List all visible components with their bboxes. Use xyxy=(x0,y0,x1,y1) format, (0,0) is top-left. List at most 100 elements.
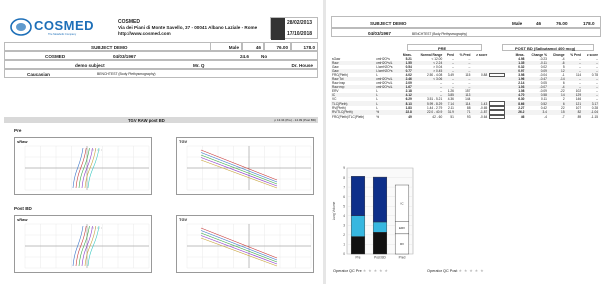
visit-date: 28/02/2013 xyxy=(287,20,313,26)
r-patient-name: SUBJECT DEMO xyxy=(370,21,407,26)
group-label-post: Post BD xyxy=(14,206,32,211)
y-tick-label: 3 xyxy=(343,224,345,228)
zscore-bar-indicator xyxy=(489,114,506,119)
patient-dob: 04/03/1967 xyxy=(113,54,136,59)
company-website: http://www.cosmed.com xyxy=(118,31,171,36)
plot-post-tgv: TGV xyxy=(176,215,314,273)
height-cell: 76.00 xyxy=(264,42,291,51)
r-patient-gender: Male xyxy=(512,21,523,26)
table-cell: -0.64 xyxy=(479,114,488,119)
y-tick-label: 2 xyxy=(343,233,345,237)
table-cell: 51 xyxy=(450,114,454,119)
r-patient-height: 76.00 xyxy=(556,21,568,26)
gender-cell: Male xyxy=(210,42,242,51)
pre-header-label: PRE xyxy=(438,46,447,51)
patient-ethnic: Caucasian xyxy=(27,72,50,77)
patient-weight: 178.0 xyxy=(303,45,316,50)
qc-stars-post: ★★★★★ xyxy=(458,269,486,273)
patient-bmi: 24.6 xyxy=(240,54,249,59)
y-tick-label: 1 xyxy=(343,243,345,247)
table-cell: % xyxy=(376,114,380,119)
visit-date-box: 28/02/2013 17/10/2018 xyxy=(270,17,318,40)
parameter-name: FRC(Pleth)/TLC(Pleth) xyxy=(332,114,365,119)
results-table: Meas. Normal Range Pred% Pred z score Meas. C… xyxy=(331,53,599,119)
pre-header: PRE xyxy=(407,44,482,51)
table-cell: 42 - 60 xyxy=(432,114,443,119)
bar-segment-label: ERV xyxy=(399,226,405,230)
operator-qc-pre-label: Operator QC Pre xyxy=(333,269,362,273)
bar-segment-ic xyxy=(372,176,388,223)
zscore-bar-indicator xyxy=(489,73,506,78)
table-cell: 49 xyxy=(408,114,412,119)
plot-pre-tgv-canvas xyxy=(186,145,312,191)
tgv-line xyxy=(200,237,278,267)
tgv-line xyxy=(200,149,278,181)
table-cell: 46 xyxy=(520,114,525,119)
bar-segment-ic xyxy=(350,176,366,216)
patient-smoker: No xyxy=(261,54,268,59)
tgv-line xyxy=(200,235,278,265)
ethnic-row: Caucasian BENCHTEST (Body Plethysmograph… xyxy=(4,69,318,78)
bar-segment-erv xyxy=(372,221,388,233)
operator-name: Dr. House xyxy=(291,63,313,68)
patient-height: 76.00 xyxy=(276,45,289,50)
post-header: POST BD (Salbutamol 400 mcg) xyxy=(502,44,594,51)
plot-post-sraw: sRaw xyxy=(14,215,152,273)
qc-stars-pre: ★★★★★ xyxy=(362,269,390,273)
x-tick-label: Post BD xyxy=(374,256,386,260)
table-cell: 89 xyxy=(577,114,582,119)
bar-segment-rv xyxy=(372,232,388,255)
bar-segment-erv xyxy=(350,215,366,237)
y-tick-label: 4 xyxy=(343,214,345,218)
company-address: Via dei Piani di Monte Savello, 37 - 000… xyxy=(118,25,258,30)
y-tick-label: 8 xyxy=(343,176,345,180)
cosmed-logo-icon xyxy=(10,18,32,36)
y-axis-label: Lung Volume xyxy=(332,201,336,220)
id-row: COSMED 04/03/1967 24.6 No xyxy=(4,51,318,60)
page-divider xyxy=(323,0,326,284)
subject-id: COSMED xyxy=(45,54,66,59)
table-row: FRC(Pleth)/TLC(Pleth)% 49 42 - 60 51 93 -0.64… xyxy=(331,114,599,119)
lung-volume-chart: 0 1 2 3 4 5 6 7 8 9 Lung Volume Pre Post BD RV ERV IC Pr… xyxy=(331,164,415,264)
r-dob-row: 04/03/1967 BENCHTEST (Body Plethysmograp… xyxy=(331,28,601,37)
y-tick-label: 0 xyxy=(343,252,345,256)
report-page-left: COSMED The Metabolic Company COSMED Via … xyxy=(0,0,322,284)
table-cell: -1.15 xyxy=(590,114,598,119)
r-name-row: SUBJECT DEMO Male 46 76.00 178.0 xyxy=(331,16,601,28)
tgv-line xyxy=(200,232,278,263)
lung-volume-chart-canvas: 0123456789Lung VolumePre Post BDRVERVICPr… xyxy=(332,166,414,260)
plot-post-tgv-canvas xyxy=(186,223,312,269)
patient-age: 46 xyxy=(255,45,261,50)
plot-pre-sraw-canvas xyxy=(24,145,150,191)
plot-post-sraw-canvas xyxy=(24,223,150,269)
y-tick-label: 9 xyxy=(343,166,345,170)
report-page-right: SUBJECT DEMO Male 46 76.00 178.0 04/03/1… xyxy=(327,0,605,284)
category-row: demo subject Mr. Q Dr. House xyxy=(4,60,318,69)
bar-segment-rv xyxy=(350,236,366,255)
plot-pre-tgv: TGV xyxy=(176,137,314,195)
age-cell: 46 xyxy=(242,42,264,51)
zscore-bar xyxy=(488,114,511,119)
r-patient-age: 46 xyxy=(536,21,542,26)
r-test-type: BENCHTEST (Body Plethysmography) xyxy=(412,31,468,36)
y-tick-label: 5 xyxy=(343,204,345,208)
x-tick-label: Pre xyxy=(356,256,361,260)
weight-cell: 178.0 xyxy=(291,42,318,51)
patient-name: SUBJECT DEMO xyxy=(91,45,128,50)
plot-pre-sraw: sRaw xyxy=(14,137,152,195)
cosmed-logo xyxy=(10,18,32,41)
section-time: p 13.34 (Pre) - 14.09 (Post BD) xyxy=(274,118,316,122)
r-patient-dob: 04/03/1967 xyxy=(368,31,391,36)
table-cell: 93 xyxy=(466,114,471,119)
doctor-name: Mr. Q xyxy=(193,63,205,68)
logo-subtitle: The Metabolic Company xyxy=(48,33,77,36)
r-patient-weight: 178.0 xyxy=(583,21,595,26)
post-header-label: POST BD (Salbutamol 400 mcg) xyxy=(515,46,576,51)
group-label-pre: Pre xyxy=(14,128,22,133)
table-cell: -4 xyxy=(544,114,547,119)
section-title: TGV RAW post BD xyxy=(128,117,165,123)
y-tick-label: 7 xyxy=(343,185,345,189)
y-tick-label: 6 xyxy=(343,195,345,199)
patient-category: demo subject xyxy=(75,63,105,68)
tgv-line xyxy=(200,157,278,187)
